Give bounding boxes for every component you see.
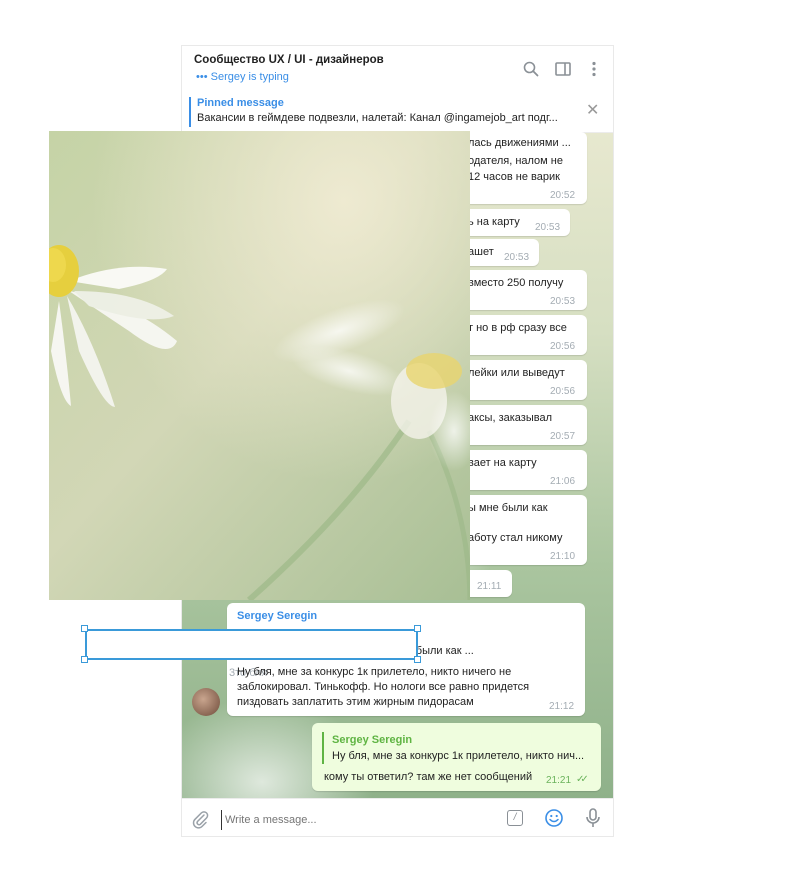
message-text: лась движениями ...: [468, 137, 571, 149]
message-time: 21:12: [549, 701, 575, 712]
resize-handle-bottom-left[interactable]: [81, 656, 88, 663]
selection-box[interactable]: [85, 629, 418, 660]
message-time: 20:53: [550, 296, 576, 307]
message-time: 20:56: [550, 386, 576, 397]
sender-name[interactable]: Sergey Seregin: [237, 610, 317, 622]
message-bubble-outgoing[interactable]: Sergey Seregin Ну бля, мне за конкурс 1к…: [312, 723, 601, 791]
typing-indicator: ••• Sergey is typing: [196, 71, 289, 83]
quote-text: Ну бля, мне за конкурс 1к прилетело, ник…: [332, 750, 585, 762]
message-text: аксы, заказывал: [468, 412, 552, 424]
microphone-icon[interactable]: [583, 807, 603, 829]
message-time: 21:11: [477, 581, 502, 592]
message-time: 20:52: [550, 190, 576, 201]
message-time: 20:56: [550, 341, 576, 352]
message-text: одателя, налом не: [468, 155, 563, 167]
search-icon[interactable]: [522, 60, 540, 78]
message-text: вместо 250 получу: [468, 277, 564, 289]
chat-header: Сообщество UX / UI - дизайнеров ••• Serg…: [182, 46, 613, 93]
pinned-message-bar[interactable]: Pinned message Вакансии в геймдеве подве…: [182, 92, 613, 133]
message-text: ы мне были как: [468, 502, 548, 514]
avatar[interactable]: [192, 688, 220, 716]
message-text: ашет: [468, 246, 494, 258]
resize-handle-top-right[interactable]: [414, 625, 421, 632]
emoji-icon[interactable]: [544, 808, 564, 828]
message-text: ь на карту: [468, 216, 520, 228]
message-text: аботу стал никому: [468, 532, 563, 544]
message-text: вает на карту: [468, 457, 537, 469]
message-text: Ну бля, мне за конкурс 1к прилетело, ник…: [237, 666, 512, 678]
close-icon[interactable]: ✕: [586, 103, 599, 119]
message-time: 20:57: [550, 431, 576, 442]
message-composer: /: [182, 798, 613, 836]
pinned-title: Pinned message: [197, 97, 284, 109]
daisy-photo-overlay: [49, 131, 470, 600]
message-text: пиздовать заплатить этим жирным пидораса…: [237, 696, 474, 708]
message-text: лейки или выведут: [468, 367, 565, 379]
message-time: 21:10: [550, 551, 576, 562]
message-time: 20:53: [504, 252, 530, 263]
message-input[interactable]: [221, 810, 477, 830]
daisy-photo: [49, 131, 470, 600]
message-text: т но в рф сразу все: [468, 322, 567, 334]
more-vertical-icon[interactable]: [585, 60, 603, 78]
command-icon[interactable]: /: [507, 810, 523, 826]
chat-title[interactable]: Сообщество UX / UI - дизайнеров: [194, 54, 384, 66]
resize-handle-top-left[interactable]: [81, 625, 88, 632]
quote-sender: Sergey Seregin: [332, 734, 413, 746]
attach-icon[interactable]: [190, 809, 210, 829]
message-time: 21:21: [546, 775, 572, 786]
message-text: заблокировал. Тинькофф. Но нологи все ра…: [237, 681, 530, 693]
pinned-accent-bar: [189, 97, 191, 127]
quote-accent-bar: [322, 732, 324, 764]
resize-handle-bottom-right[interactable]: [414, 656, 421, 663]
message-time: 20:53: [535, 222, 561, 233]
pinned-text: Вакансии в геймдеве подвезли, налетай: К…: [197, 112, 558, 124]
read-check-icon: ✓✓: [576, 774, 589, 785]
message-text: 12 часов не варик: [468, 171, 560, 183]
message-text: кому ты ответил? там же нет сообщений: [324, 771, 533, 783]
sidebar-icon[interactable]: [554, 60, 572, 78]
message-time: 21:06: [550, 476, 576, 487]
